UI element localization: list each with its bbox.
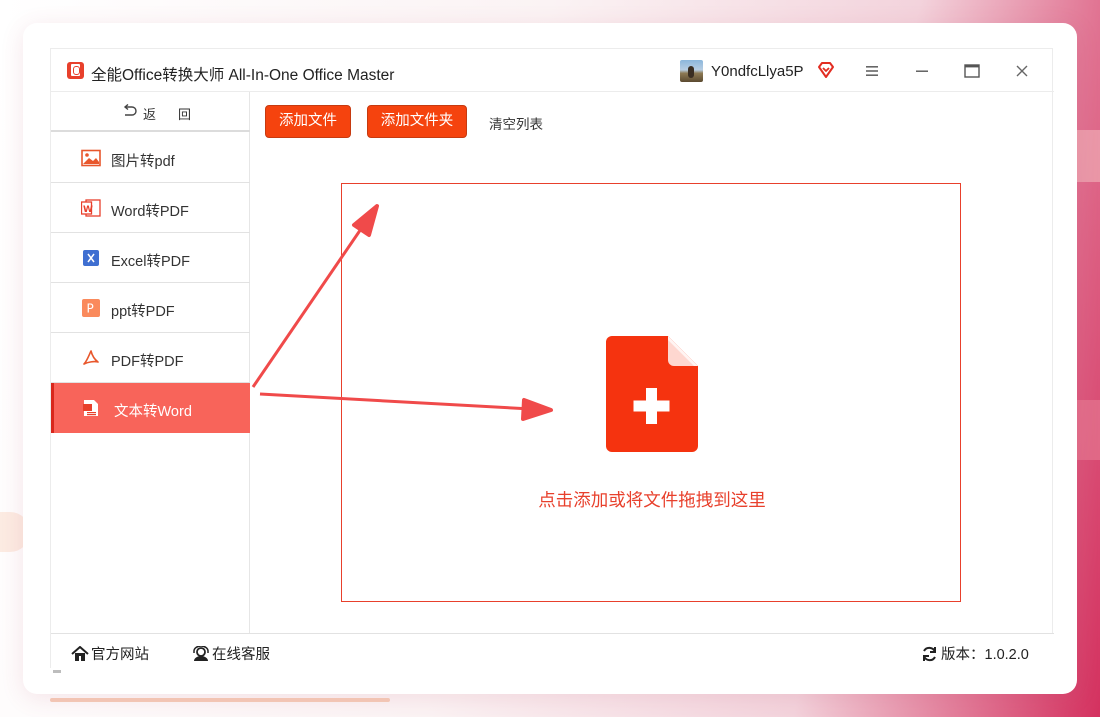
drop-zone-hint: 点击添加或将文件拖拽到这里 bbox=[538, 490, 766, 510]
official-website-link[interactable]: 官方网站 bbox=[71, 643, 149, 664]
online-service-link[interactable]: 在线客服 bbox=[192, 643, 270, 664]
sidebar-item-label: Excel转PDF bbox=[111, 254, 190, 270]
sidebar-item-label: 图片转pdf bbox=[111, 154, 175, 170]
username[interactable]: Y0ndfcLlya5P bbox=[711, 63, 804, 80]
clear-list-button[interactable]: 清空列表 bbox=[489, 113, 543, 133]
add-folder-button[interactable]: 添加文件夹 bbox=[367, 105, 467, 138]
sidebar-item-excel-to-pdf[interactable]: Excel转PDF bbox=[51, 233, 250, 283]
minimize-icon[interactable] bbox=[913, 63, 931, 79]
svg-text:W: W bbox=[83, 205, 93, 215]
sidebar-item-label: PDF转PDF bbox=[111, 354, 184, 370]
customer-service-icon bbox=[193, 645, 209, 661]
image-icon bbox=[81, 149, 101, 167]
version-label: 版本：1.0.2.0 bbox=[941, 647, 1029, 663]
add-file-button[interactable]: 添加文件 bbox=[265, 105, 351, 138]
sidebar-item-label: 文本转Word bbox=[114, 404, 192, 420]
app-logo-icon bbox=[67, 62, 84, 79]
back-arrow-icon bbox=[123, 104, 137, 116]
text-file-icon bbox=[83, 400, 98, 416]
sidebar-item-text-to-word[interactable]: 文本转Word bbox=[51, 383, 250, 433]
background-decoration bbox=[50, 698, 390, 702]
sidebar-item-ppt-to-pdf[interactable]: P ppt转PDF bbox=[51, 283, 250, 333]
refresh-icon bbox=[923, 646, 936, 662]
add-file-icon bbox=[606, 336, 698, 452]
maximize-icon[interactable] bbox=[963, 62, 981, 80]
word-icon: W bbox=[81, 199, 101, 217]
menu-icon[interactable] bbox=[863, 63, 881, 79]
app-title: 全能Office转换大师 All-In-One Office Master bbox=[91, 67, 395, 84]
official-website-label: 官方网站 bbox=[91, 647, 149, 663]
sidebar: 返回 图片转pdf W Word转PDF Excel转PDF P ppt转PDF… bbox=[51, 92, 250, 673]
svg-text:P: P bbox=[87, 302, 94, 316]
sidebar-item-label: Word转PDF bbox=[111, 204, 189, 220]
online-service-label: 在线客服 bbox=[212, 647, 270, 663]
sidebar-item-pdf-to-pdf[interactable]: PDF转PDF bbox=[51, 333, 250, 383]
version-info: 版本：1.0.2.0 bbox=[921, 643, 1029, 664]
file-drop-zone[interactable]: 点击添加或将文件拖拽到这里 bbox=[341, 183, 961, 602]
excel-icon bbox=[83, 250, 99, 266]
close-icon[interactable] bbox=[1013, 62, 1031, 80]
sidebar-item-label: ppt转PDF bbox=[111, 304, 175, 320]
avatar[interactable] bbox=[680, 60, 703, 82]
vip-diamond-icon[interactable] bbox=[816, 60, 836, 80]
sidebar-item-image-to-pdf[interactable]: 图片转pdf bbox=[51, 133, 250, 183]
app-window: 全能Office转换大师 All-In-One Office Master Y0… bbox=[50, 48, 1054, 673]
back-label: 返回 bbox=[143, 107, 214, 122]
back-button[interactable]: 返回 bbox=[51, 92, 250, 132]
home-icon bbox=[71, 645, 89, 661]
footer: 官方网站 在线客服 版本：1.0.2.0 bbox=[51, 633, 1054, 669]
title-bar: 全能Office转换大师 All-In-One Office Master Y0… bbox=[51, 49, 1054, 92]
scrollbar-handle[interactable] bbox=[53, 670, 61, 673]
ppt-icon: P bbox=[82, 299, 100, 317]
sidebar-item-word-to-pdf[interactable]: W Word转PDF bbox=[51, 183, 250, 233]
pdf-icon bbox=[83, 350, 99, 365]
